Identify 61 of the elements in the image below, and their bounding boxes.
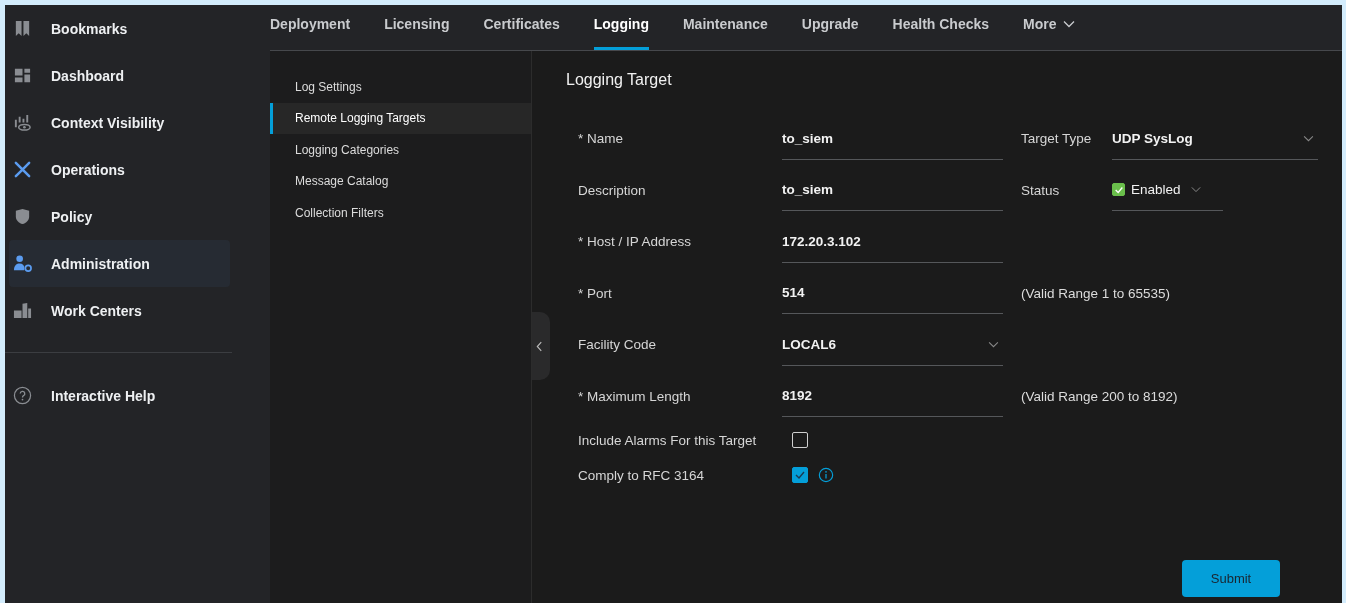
sidebar-item[interactable]: Work Centers: [5, 287, 230, 334]
checkbox[interactable]: [792, 432, 808, 448]
range-hint: (Valid Range 200 to 8192): [1021, 388, 1179, 404]
nav-tab[interactable]: Upgrade: [801, 5, 859, 50]
subnav-item[interactable]: Remote Logging Targets: [270, 102, 531, 134]
chevron-down-icon: [1062, 20, 1075, 28]
subnav-item[interactable]: Message Catalog: [270, 165, 531, 197]
nav-tab[interactable]: Licensing: [384, 5, 450, 50]
input-field[interactable]: 514: [782, 272, 1003, 314]
field-label: * Maximum Length: [578, 388, 692, 404]
sidebar-item[interactable]: Administration: [9, 240, 230, 287]
dropdown-field[interactable]: LOCAL6: [782, 323, 1003, 366]
sidebar-item[interactable]: Operations: [5, 146, 230, 193]
sidebar-item[interactable]: Dashboard: [5, 52, 230, 99]
checkbox-label: Include Alarms For this Target: [578, 432, 758, 448]
shield-icon: [13, 207, 32, 226]
input-field[interactable]: to_siem: [782, 117, 1003, 160]
checkbox[interactable]: [792, 467, 808, 483]
field-label: Status: [1021, 182, 1061, 198]
chevron-down-icon: [988, 340, 999, 348]
nav-tab[interactable]: More: [1023, 5, 1075, 50]
dashboard-icon: [13, 66, 32, 85]
check-icon: [1113, 184, 1124, 195]
field-label: * Port: [578, 285, 613, 301]
sidebar-item[interactable]: Bookmarks: [5, 5, 230, 52]
input-field[interactable]: 172.20.3.102: [782, 220, 1003, 263]
checkbox-label: Comply to RFC 3164: [578, 467, 706, 483]
field-label: Target Type: [1021, 131, 1093, 147]
check-icon: [794, 469, 806, 481]
nav-tab[interactable]: Health Checks: [892, 5, 990, 50]
input-field[interactable]: to_siem: [782, 169, 1003, 211]
field-label: * Host / IP Address: [578, 234, 693, 250]
subnav-item[interactable]: Log Settings: [270, 71, 531, 103]
nav-tab[interactable]: Deployment: [270, 5, 351, 50]
chart-eye-icon: [13, 113, 32, 132]
nav-tab[interactable]: Maintenance: [682, 5, 768, 50]
field-label: Description: [578, 182, 647, 198]
user-gear-icon: [13, 254, 32, 273]
help-icon: [13, 386, 32, 405]
subnav-item[interactable]: Collection Filters: [270, 197, 531, 229]
sidebar-item[interactable]: Context Visibility: [5, 99, 230, 146]
chevron-down-icon: [1190, 186, 1201, 193]
field-label: * Name: [578, 131, 624, 147]
form-title: Logging Target: [566, 71, 673, 89]
nav-tab[interactable]: Certificates: [483, 5, 560, 50]
subnav-item[interactable]: Logging Categories: [270, 134, 531, 166]
status-checkbox[interactable]: [1112, 183, 1125, 196]
info-icon[interactable]: [818, 467, 834, 483]
chevron-down-icon: [1303, 134, 1314, 142]
input-field[interactable]: 8192: [782, 375, 1003, 417]
sidebar-item[interactable]: Policy: [5, 193, 230, 240]
dropdown-field[interactable]: UDP SysLog: [1112, 117, 1318, 160]
bookmark-icon: [13, 19, 32, 38]
submit-button[interactable]: Submit: [1182, 560, 1280, 597]
collapse-handle[interactable]: [532, 312, 550, 380]
building-icon: [13, 301, 32, 320]
chevron-left-icon: [536, 340, 543, 352]
status-dropdown[interactable]: Enabled: [1112, 169, 1223, 211]
sidebar-item[interactable]: Interactive Help: [5, 372, 230, 419]
field-label: Facility Code: [578, 337, 658, 353]
range-hint: (Valid Range 1 to 65535): [1021, 285, 1172, 301]
